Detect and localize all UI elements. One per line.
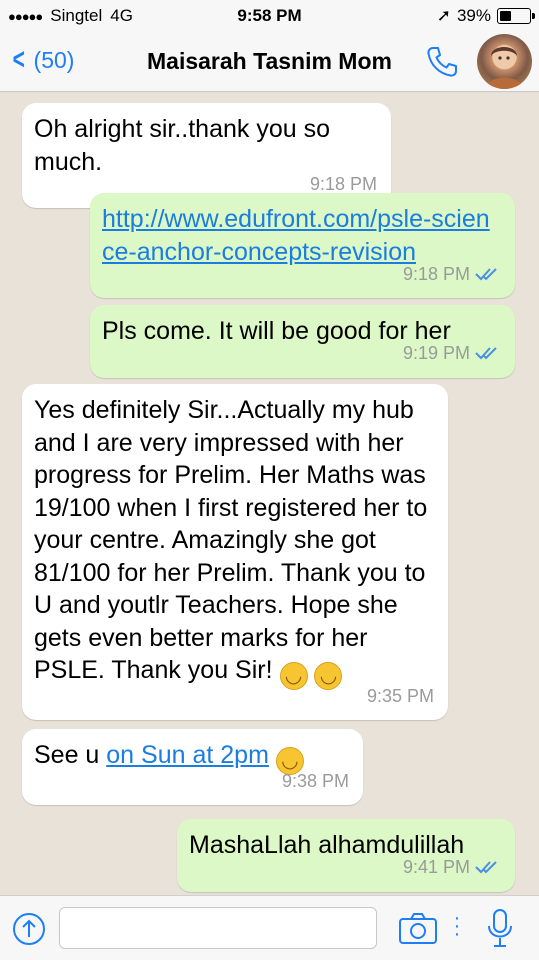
phone-icon[interactable]: [424, 44, 460, 80]
message-bubble-incoming[interactable]: See u on Sun at 2pm ◡ 9:38 PM: [22, 729, 363, 805]
message-time: 9:41 PM: [402, 857, 470, 877]
message-emoji: ◡ ◡: [279, 656, 343, 690]
message-bubble-outgoing[interactable]: MashaLlah alhamdulillah 9:41 PM: [177, 819, 515, 892]
message-text: Oh alright sir..thank you so much.: [34, 115, 330, 176]
message-input[interactable]: [59, 907, 377, 949]
message-time: 9:38 PM: [281, 770, 349, 791]
message-link[interactable]: http://www.edufront.com/psle-science-anc…: [102, 205, 490, 266]
more-dots-icon[interactable]: · · ·: [452, 908, 462, 944]
message-meta: 9:38 PM: [282, 765, 349, 798]
message-meta: 9:35 PM: [367, 680, 434, 713]
status-bar: ●●●●● Singtel 4G 9:58 PM ➚ 39%: [0, 0, 539, 32]
microphone-icon[interactable]: [486, 908, 514, 948]
message-text: Yes definitely Sir...Actually my hub and…: [34, 396, 428, 684]
avatar-photo: [485, 47, 524, 89]
message-bubble-incoming[interactable]: Yes definitely Sir...Actually my hub and…: [22, 384, 448, 720]
message-link[interactable]: on Sun at 2pm: [106, 741, 269, 769]
message-meta: 9:19 PM: [403, 337, 501, 370]
upload-icon[interactable]: [12, 912, 46, 946]
camera-icon[interactable]: [398, 911, 438, 945]
message-bubble-outgoing[interactable]: http://www.edufront.com/psle-science-anc…: [90, 193, 515, 298]
message-time: 9:18 PM: [402, 263, 470, 284]
composer-bar: · · ·: [0, 895, 539, 960]
smiling-face-emoji-icon: ◡: [279, 662, 308, 690]
message-bubble-outgoing[interactable]: Pls come. It will be good for her 9:19 P…: [90, 305, 515, 378]
battery-icon: [497, 8, 535, 24]
chat-area[interactable]: Oh alright sir..thank you so much. 9:18 …: [0, 93, 539, 895]
message-meta: 9:18 PM: [403, 258, 501, 291]
battery-fill: [500, 11, 511, 21]
message-meta: 9:41 PM: [403, 851, 501, 884]
battery-percent: 39%: [456, 6, 491, 25]
read-receipt-icon: [475, 861, 497, 874]
read-receipt-icon: [475, 268, 497, 281]
smiling-face-emoji-icon: ◡: [314, 662, 343, 690]
location-arrow-icon: ➚: [436, 6, 451, 25]
message-text: See u: [34, 741, 107, 769]
status-right: ➚ 39%: [436, 6, 535, 26]
message-time: 9:19 PM: [402, 343, 470, 363]
contact-avatar[interactable]: [477, 34, 532, 89]
message-text: Pls come. It will be good for her: [102, 317, 451, 345]
message-time: 9:35 PM: [366, 685, 434, 706]
chat-header: < (50) Maisarah Tasnim Mom: [0, 32, 539, 92]
read-receipt-icon: [475, 347, 497, 360]
